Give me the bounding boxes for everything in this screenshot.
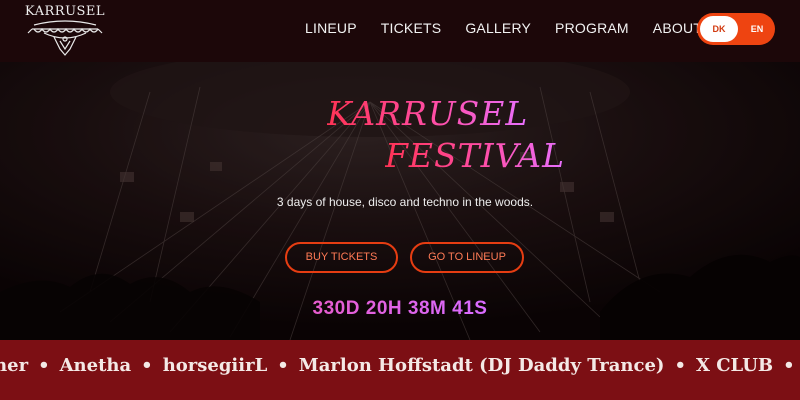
nav-program[interactable]: PROGRAM	[555, 20, 629, 40]
marquee-separator: •	[38, 355, 50, 376]
hero-title-line-2: FESTIVAL	[385, 136, 565, 175]
site-header: KARRUSEL LINEUP TICKETS GALLERY PROGRAM …	[0, 0, 800, 62]
hero-section: KARRUSEL FESTIVAL 3 days of house, disco…	[0, 62, 800, 340]
language-option-en[interactable]: EN	[741, 16, 773, 42]
marquee-separator: •	[141, 355, 153, 376]
karrusel-logo[interactable]: KARRUSEL	[24, 4, 106, 58]
marquee-separator: •	[674, 355, 686, 376]
hero-title-line-1: KARRUSEL	[327, 94, 529, 133]
hero-tagline: 3 days of house, disco and techno in the…	[276, 195, 534, 209]
marquee-artist: X CLUB	[695, 355, 774, 376]
nav-lineup[interactable]: LINEUP	[305, 20, 357, 40]
marquee-separator: •	[277, 355, 289, 376]
marquee-track: hmer • Anetha • horsegiirL • Marlon Hoffstadt …	[0, 355, 800, 376]
go-to-lineup-button[interactable]: GO TO LINEUP	[410, 242, 524, 273]
nav-tickets[interactable]: TICKETS	[381, 20, 442, 40]
buy-tickets-button[interactable]: BUY TICKETS	[285, 242, 398, 273]
logo-text: KARRUSEL	[24, 4, 106, 19]
marquee-artist: hmer	[0, 355, 29, 376]
language-toggle[interactable]: DK EN	[697, 13, 775, 45]
carousel-icon	[27, 20, 103, 56]
marquee-artist: horsegiirL	[162, 355, 268, 376]
language-option-dk[interactable]: DK	[700, 16, 738, 42]
marquee-separator: •	[783, 355, 795, 376]
marquee-artist: Anetha	[59, 355, 132, 376]
countdown-timer: 330D 20H 38M 41S	[0, 298, 800, 320]
lineup-marquee: hmer • Anetha • horsegiirL • Marlon Hoffstadt …	[0, 340, 800, 400]
main-nav: LINEUP TICKETS GALLERY PROGRAM ABOUT US	[305, 20, 750, 40]
nav-gallery[interactable]: GALLERY	[465, 20, 531, 40]
marquee-artist: Marlon Hoffstadt (DJ Daddy Trance)	[298, 355, 665, 376]
